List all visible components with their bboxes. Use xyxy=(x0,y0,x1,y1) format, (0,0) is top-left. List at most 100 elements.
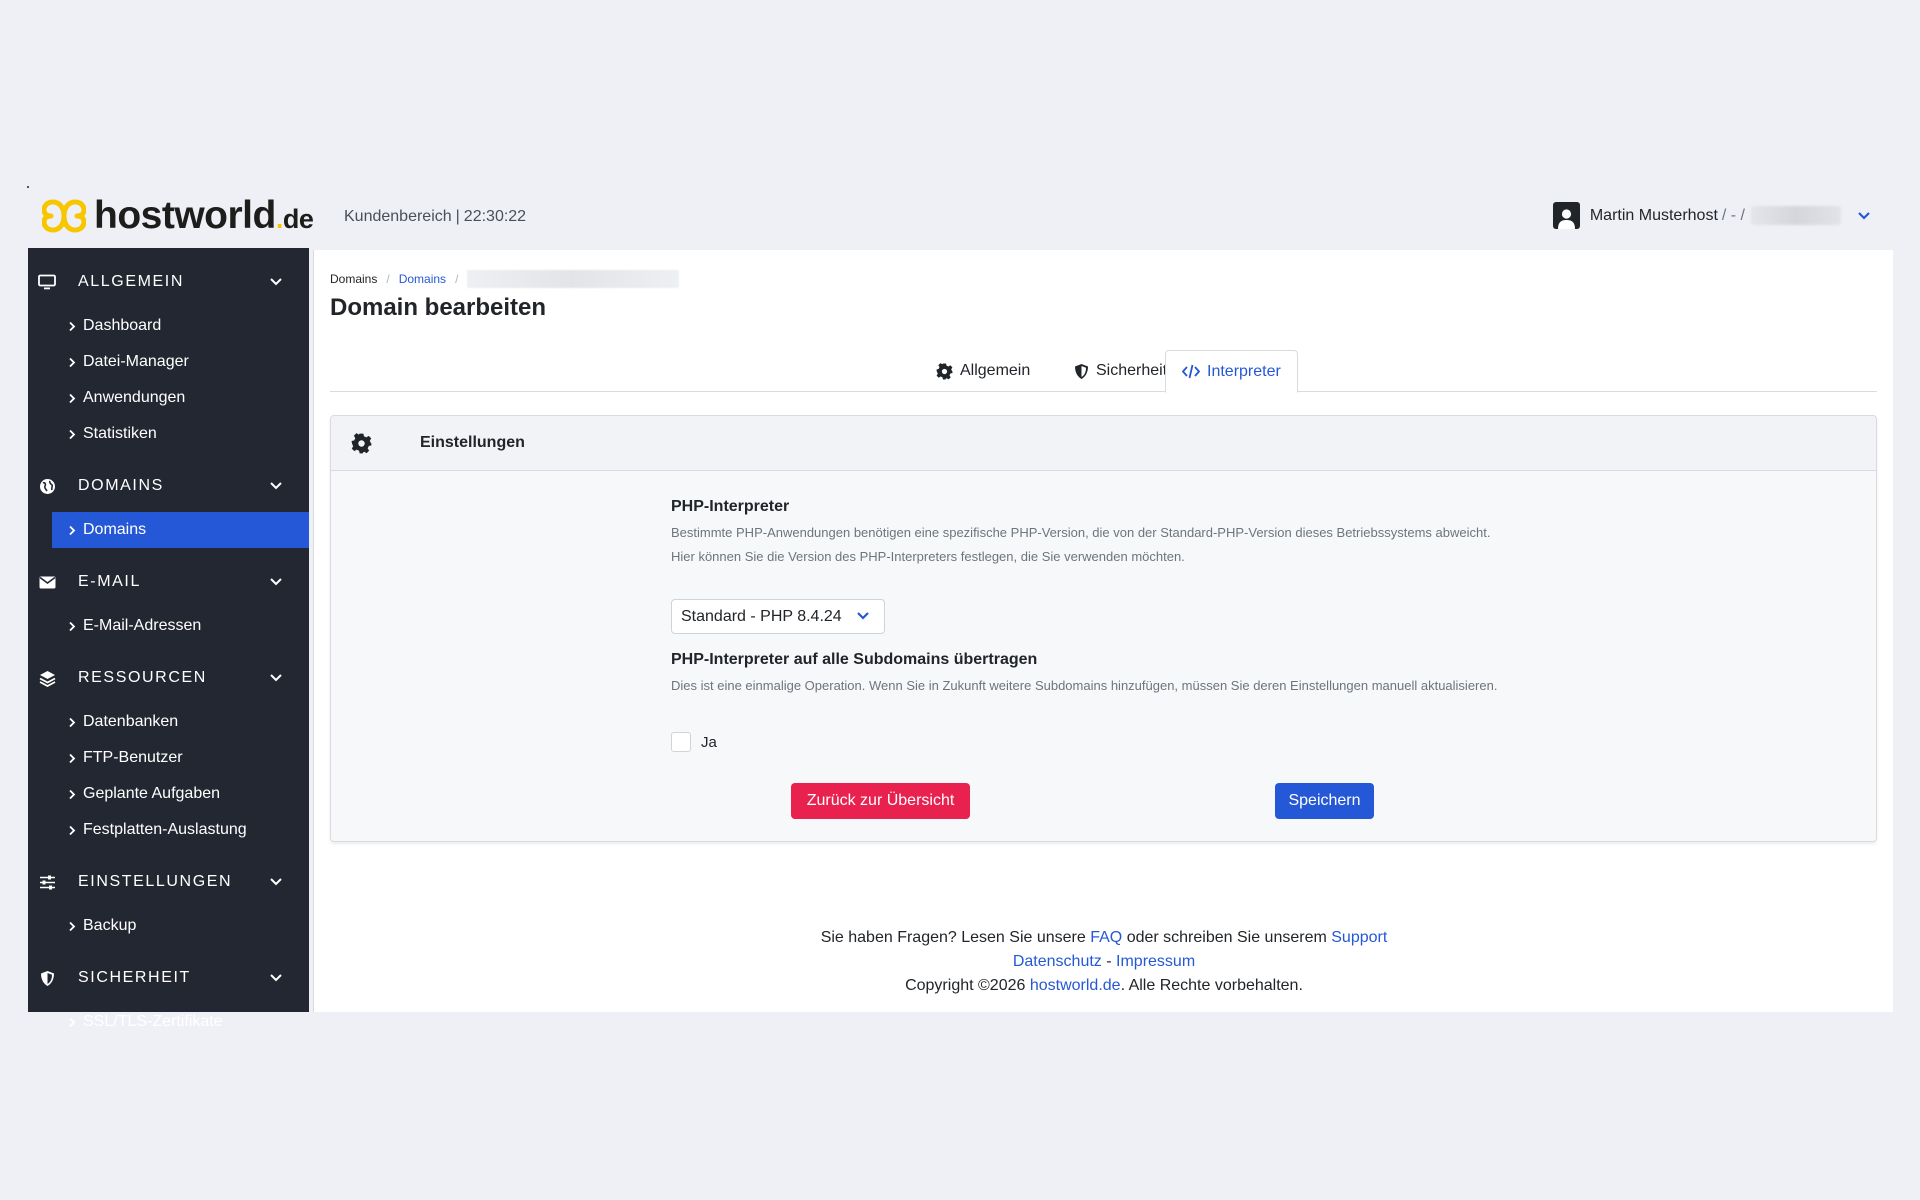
php-version-value: Standard - PHP 8.4.24 xyxy=(681,607,842,625)
chevron-right-icon xyxy=(68,621,76,632)
sidebar-item-datei-manager[interactable]: Datei-Manager xyxy=(28,344,309,380)
subdomain-label: PHP-Interpreter auf alle Subdomains über… xyxy=(671,651,1038,668)
sidebar-item-domains[interactable]: Domains xyxy=(52,512,309,548)
main-content: Domains / Domains / Domain bearbeiten Al… xyxy=(313,250,1893,1012)
redacted-account xyxy=(1751,206,1841,225)
tab-allgemein[interactable]: Allgemein xyxy=(920,350,1046,392)
shield-icon xyxy=(1075,363,1088,379)
sidebar: ALLGEMEIN Dashboard Datei-Manager Anwend… xyxy=(28,248,309,1030)
php-interpreter-label: PHP-Interpreter xyxy=(671,498,790,515)
nav-section-email: E-MAIL E-Mail-Adressen xyxy=(28,556,309,644)
nav-section-sicherheit: SICHERHEIT SSL/TLS-Zertifikate xyxy=(28,952,309,1040)
breadcrumb: Domains / Domains / xyxy=(330,270,680,288)
gear-icon xyxy=(936,362,953,379)
footer-legal-line: Datenschutz - Impressum xyxy=(1012,953,1196,970)
chevron-down-icon xyxy=(270,974,282,982)
chevron-down-icon[interactable] xyxy=(1857,211,1871,221)
user-suffix: / - / xyxy=(1721,206,1745,224)
chevron-right-icon xyxy=(68,429,76,440)
header-info: Kundenbereich | 22:30:22 xyxy=(344,208,527,225)
privacy-link[interactable]: Datenschutz xyxy=(1013,953,1102,970)
sidebar-item-datenbanken[interactable]: Datenbanken xyxy=(28,704,309,740)
chevron-right-icon xyxy=(68,393,76,404)
sidebar-item-email-adressen[interactable]: E-Mail-Adressen xyxy=(28,608,309,644)
nav-head-email[interactable]: E-MAIL xyxy=(28,556,309,608)
layers-icon xyxy=(38,669,56,687)
support-link[interactable]: Support xyxy=(1331,929,1387,946)
tab-bar: Allgemein Sicherheit Interpreter xyxy=(330,350,1877,393)
logo-text: hostworld.de xyxy=(94,194,314,237)
nav-head-allgemein[interactable]: ALLGEMEIN xyxy=(28,256,309,308)
sidebar-item-backup[interactable]: Backup xyxy=(28,908,309,944)
chevron-right-icon xyxy=(68,717,76,728)
checkbox-label: Ja xyxy=(701,733,717,751)
logo-mark-icon xyxy=(42,199,86,233)
nav-section-einstellungen: EINSTELLUNGEN Backup xyxy=(28,856,309,944)
back-to-overview-button[interactable]: Zurück zur Übersicht xyxy=(791,783,970,819)
subdomain-field: PHP-Interpreter auf alle Subdomains über… xyxy=(671,651,1551,698)
shield-icon xyxy=(38,969,56,987)
footer-help-line: Sie haben Fragen? Lesen Sie unsere FAQ o… xyxy=(820,929,1388,946)
card-title: Einstellungen xyxy=(420,434,525,451)
chevron-right-icon xyxy=(68,753,76,764)
nav-head-ressourcen[interactable]: RESSOURCEN xyxy=(28,652,309,704)
site-link[interactable]: hostworld.de xyxy=(1030,977,1121,994)
php-version-select[interactable]: Standard - PHP 8.4.24 xyxy=(671,599,885,634)
settings-card: Einstellungen PHP-Interpreter Bestimmte … xyxy=(330,415,1877,842)
tab-interpreter[interactable]: Interpreter xyxy=(1165,350,1298,393)
area-label: Kundenbereich xyxy=(344,208,452,225)
chevron-right-icon xyxy=(68,789,76,800)
code-icon xyxy=(1182,364,1200,379)
sidebar-item-dashboard[interactable]: Dashboard xyxy=(28,308,309,344)
nav-head-sicherheit[interactable]: SICHERHEIT xyxy=(28,952,309,1004)
php-help-1: Bestimmte PHP-Anwendungen benötigen eine… xyxy=(671,525,1491,540)
app-window: hostworld.de Kundenbereich | 22:30:22 Mart… xyxy=(28,188,1893,1030)
chevron-right-icon xyxy=(68,525,76,536)
imprint-link[interactable]: Impressum xyxy=(1116,953,1195,970)
chevron-down-icon xyxy=(270,674,282,682)
footer: Sie haben Fragen? Lesen Sie unsere FAQ o… xyxy=(314,926,1894,998)
chevron-right-icon xyxy=(68,321,76,332)
nav-section-ressourcen: RESSOURCEN Datenbanken FTP-Benutzer Gepl… xyxy=(28,652,309,848)
breadcrumb-root[interactable]: Domains xyxy=(330,272,377,286)
nav-head-einstellungen[interactable]: EINSTELLUNGEN xyxy=(28,856,309,908)
php-help-2: Hier können Sie die Version des PHP-Inte… xyxy=(671,549,1185,564)
user-menu[interactable]: Martin Musterhost / - / xyxy=(1552,202,1871,229)
breadcrumb-redacted-domain xyxy=(467,270,680,288)
breadcrumb-domains-link[interactable]: Domains xyxy=(399,272,446,286)
subdomain-help: Dies ist eine einmalige Operation. Wenn … xyxy=(671,678,1498,693)
save-button[interactable]: Speichern xyxy=(1275,783,1374,819)
sidebar-item-ftp-benutzer[interactable]: FTP-Benutzer xyxy=(28,740,309,776)
chevron-down-icon xyxy=(857,612,869,620)
monitor-icon xyxy=(38,273,56,291)
footer-copyright: Copyright ©2026 hostworld.de. Alle Recht… xyxy=(905,977,1303,994)
sliders-icon xyxy=(38,873,56,891)
chevron-right-icon xyxy=(68,921,76,932)
sidebar-item-anwendungen[interactable]: Anwendungen xyxy=(28,380,309,416)
chevron-down-icon xyxy=(270,578,282,586)
card-header: Einstellungen xyxy=(331,416,1876,471)
php-interpreter-field: PHP-Interpreter Bestimmte PHP-Anwendunge… xyxy=(671,498,1551,569)
sidebar-item-geplante-aufgaben[interactable]: Geplante Aufgaben xyxy=(28,776,309,812)
nav-head-domains[interactable]: DOMAINS xyxy=(28,460,309,512)
gear-icon xyxy=(351,432,372,453)
faq-link[interactable]: FAQ xyxy=(1090,929,1122,946)
user-avatar-icon xyxy=(1552,202,1580,229)
sidebar-item-festplatten-auslastung[interactable]: Festplatten-Auslastung xyxy=(28,812,309,848)
top-header: hostworld.de Kundenbereich | 22:30:22 Mart… xyxy=(28,188,1893,248)
chevron-right-icon xyxy=(68,825,76,836)
sidebar-item-ssl-tls[interactable]: SSL/TLS-Zertifikate xyxy=(28,1004,309,1040)
logo[interactable]: hostworld.de xyxy=(42,194,314,238)
subdomain-checkbox-row: Ja xyxy=(671,732,717,752)
sidebar-item-statistiken[interactable]: Statistiken xyxy=(28,416,309,452)
nav-section-allgemein: ALLGEMEIN Dashboard Datei-Manager Anwend… xyxy=(28,256,309,452)
chevron-right-icon xyxy=(68,1017,76,1028)
page-title: Domain bearbeiten xyxy=(330,294,547,321)
envelope-icon xyxy=(38,573,56,591)
nav-section-domains: DOMAINS Domains xyxy=(28,460,309,548)
chevron-right-icon xyxy=(68,357,76,368)
chevron-down-icon xyxy=(270,482,282,490)
clock: 22:30:22 xyxy=(463,208,527,225)
subdomain-checkbox[interactable] xyxy=(671,732,691,752)
chevron-down-icon xyxy=(270,878,282,886)
